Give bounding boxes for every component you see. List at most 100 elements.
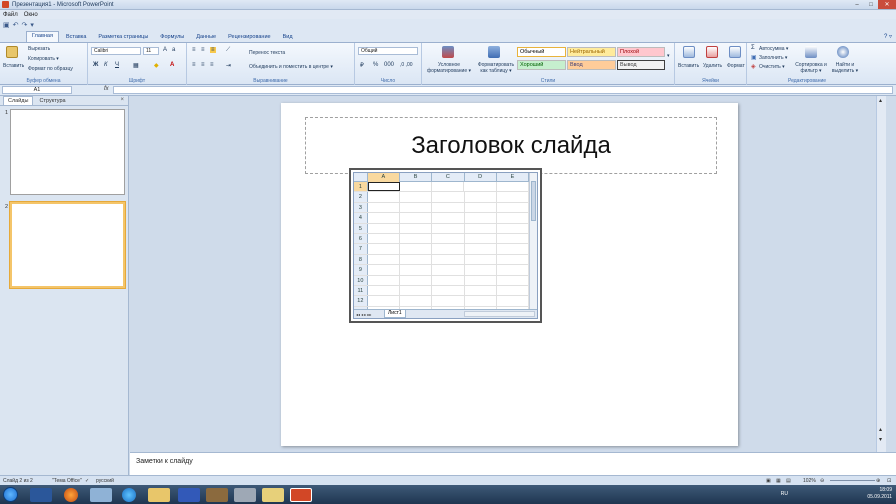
format-painter-button[interactable]: Формат по образцу bbox=[28, 66, 73, 72]
row-header[interactable]: 9 bbox=[354, 265, 368, 275]
sheet-cell[interactable] bbox=[497, 192, 530, 202]
autosum-button[interactable]: Автосумма ▾ bbox=[759, 46, 788, 52]
sheet-cell[interactable] bbox=[432, 223, 465, 233]
style-normal[interactable]: Обычный bbox=[517, 47, 566, 57]
sheet-cell[interactable] bbox=[497, 213, 530, 223]
copy-button[interactable]: Копировать ▾ bbox=[28, 56, 59, 62]
number-format-select[interactable]: Общий bbox=[358, 47, 418, 55]
zoom-level[interactable]: 102% bbox=[803, 478, 816, 484]
redo-icon[interactable]: ↷ bbox=[22, 21, 28, 29]
cut-button[interactable]: Вырезать bbox=[28, 46, 50, 52]
currency-icon[interactable]: ₽ bbox=[360, 62, 364, 69]
sheet-cell[interactable] bbox=[497, 234, 530, 244]
archive-icon[interactable] bbox=[206, 488, 228, 502]
row-header[interactable]: 1 bbox=[354, 182, 368, 192]
undo-icon[interactable]: ↶ bbox=[13, 21, 19, 29]
sheet-cell[interactable] bbox=[465, 213, 497, 223]
tab-data[interactable]: Данные bbox=[191, 33, 221, 42]
sheet-cell[interactable] bbox=[432, 192, 465, 202]
tab-insert[interactable]: Вставка bbox=[61, 33, 91, 42]
row-header[interactable]: 2 bbox=[354, 192, 368, 202]
sheet-cell[interactable] bbox=[497, 244, 530, 254]
sheet-cell[interactable] bbox=[465, 223, 497, 233]
powerpoint-icon[interactable] bbox=[2, 1, 9, 8]
sheet-cell[interactable] bbox=[400, 182, 433, 192]
column-header[interactable]: E bbox=[497, 173, 530, 182]
sheet-cell[interactable] bbox=[368, 192, 400, 202]
sheet-cell[interactable] bbox=[497, 286, 530, 296]
clear-button[interactable]: Очистить ▾ bbox=[759, 64, 785, 70]
sheet-cell[interactable] bbox=[465, 192, 497, 202]
italic-button[interactable]: К bbox=[104, 62, 108, 68]
view-normal-icon[interactable]: ▣ bbox=[766, 478, 771, 484]
folder-icon[interactable] bbox=[262, 488, 284, 502]
fill-icon[interactable]: ▣ bbox=[751, 54, 757, 61]
thousands-icon[interactable]: 000 bbox=[384, 62, 394, 68]
close-button[interactable]: ✕ bbox=[878, 0, 896, 9]
sheet-cell[interactable] bbox=[368, 275, 400, 285]
delete-cells-icon[interactable] bbox=[706, 46, 718, 58]
embedded-spreadsheet[interactable]: A B C D E 12345678910111213 ◂◂ ◂ ▸ ▸▸ Ли… bbox=[349, 168, 542, 323]
underline-button[interactable]: Ч bbox=[115, 62, 119, 68]
sheet-cell[interactable] bbox=[497, 254, 530, 265]
fill-button[interactable]: Заполнить ▾ bbox=[759, 55, 787, 61]
sheet-cell[interactable] bbox=[432, 244, 465, 254]
tab-view[interactable]: Вид bbox=[278, 33, 298, 42]
tab-outline[interactable]: Структура bbox=[35, 97, 69, 105]
sheet-cell[interactable] bbox=[497, 202, 530, 213]
sheet-cell[interactable] bbox=[432, 296, 465, 306]
sheet-cell[interactable] bbox=[400, 223, 433, 233]
font-color-icon[interactable]: A bbox=[170, 62, 174, 68]
row-header[interactable]: 8 bbox=[354, 254, 368, 265]
sheet-cell[interactable] bbox=[465, 265, 497, 275]
zoom-in-icon[interactable]: ⊕ bbox=[876, 478, 880, 484]
sheet-cell[interactable] bbox=[400, 234, 433, 244]
borders-icon[interactable]: ▦ bbox=[133, 62, 139, 69]
sheet-cell[interactable] bbox=[400, 213, 433, 223]
firefox-icon[interactable] bbox=[64, 488, 78, 502]
sheet-cell[interactable] bbox=[465, 286, 497, 296]
next-slide-icon[interactable]: ▾ bbox=[879, 436, 882, 443]
fx-icon[interactable]: fx bbox=[104, 86, 109, 92]
sheet-cell[interactable] bbox=[368, 244, 400, 254]
sheet-cell[interactable] bbox=[400, 244, 433, 254]
style-bad[interactable]: Плохой bbox=[617, 47, 665, 57]
paste-icon[interactable] bbox=[6, 46, 18, 58]
active-cell[interactable] bbox=[367, 182, 400, 192]
view-reading-icon[interactable]: ▤ bbox=[786, 478, 791, 484]
editor-vertical-scrollbar[interactable]: ▴ ▴ ▾ bbox=[876, 96, 886, 452]
sheet-cell[interactable] bbox=[465, 296, 497, 306]
merge-center-button[interactable]: Объединить и поместить в центре ▾ bbox=[249, 64, 333, 70]
zoom-out-icon[interactable]: ⊖ bbox=[820, 478, 824, 484]
orientation-icon[interactable]: ⟋ bbox=[226, 47, 230, 54]
sheet-cell[interactable] bbox=[400, 254, 433, 265]
word-icon[interactable] bbox=[30, 488, 52, 502]
row-header[interactable]: 10 bbox=[354, 275, 368, 285]
align-center-icon[interactable]: ≡ bbox=[201, 62, 205, 68]
input-language[interactable]: RU bbox=[781, 491, 788, 497]
media-icon[interactable] bbox=[234, 488, 256, 502]
row-header[interactable]: 12 bbox=[354, 296, 368, 306]
column-header[interactable]: D bbox=[465, 173, 497, 182]
scroll-up-icon[interactable]: ▴ bbox=[879, 97, 882, 104]
sheet-cell[interactable] bbox=[432, 213, 465, 223]
wrap-text-button[interactable]: Перенос текста bbox=[249, 50, 285, 56]
sheet-cell[interactable] bbox=[368, 254, 400, 265]
grow-font-icon[interactable]: A bbox=[163, 47, 167, 53]
sheet-cell[interactable] bbox=[432, 202, 465, 213]
format-cells-icon[interactable] bbox=[729, 46, 741, 58]
start-button[interactable] bbox=[3, 487, 18, 502]
explorer-icon[interactable] bbox=[148, 488, 170, 502]
style-output[interactable]: Вывод bbox=[617, 60, 665, 70]
sheet-cell[interactable] bbox=[465, 202, 497, 213]
save-icon[interactable]: ▣ bbox=[3, 21, 10, 29]
align-right-icon[interactable]: ≡ bbox=[210, 62, 214, 68]
sheet-tab[interactable]: Лист1 bbox=[384, 310, 406, 318]
sheet-cell[interactable] bbox=[497, 275, 530, 285]
format-table-button[interactable]: Форматировать как таблицу ▾ bbox=[474, 62, 518, 74]
sheet-cell[interactable] bbox=[368, 202, 400, 213]
sheet-cell[interactable] bbox=[400, 202, 433, 213]
column-header[interactable]: B bbox=[400, 173, 433, 182]
find-select-button[interactable]: Найти и выделить ▾ bbox=[827, 62, 863, 74]
view-sorter-icon[interactable]: ▦ bbox=[776, 478, 781, 484]
